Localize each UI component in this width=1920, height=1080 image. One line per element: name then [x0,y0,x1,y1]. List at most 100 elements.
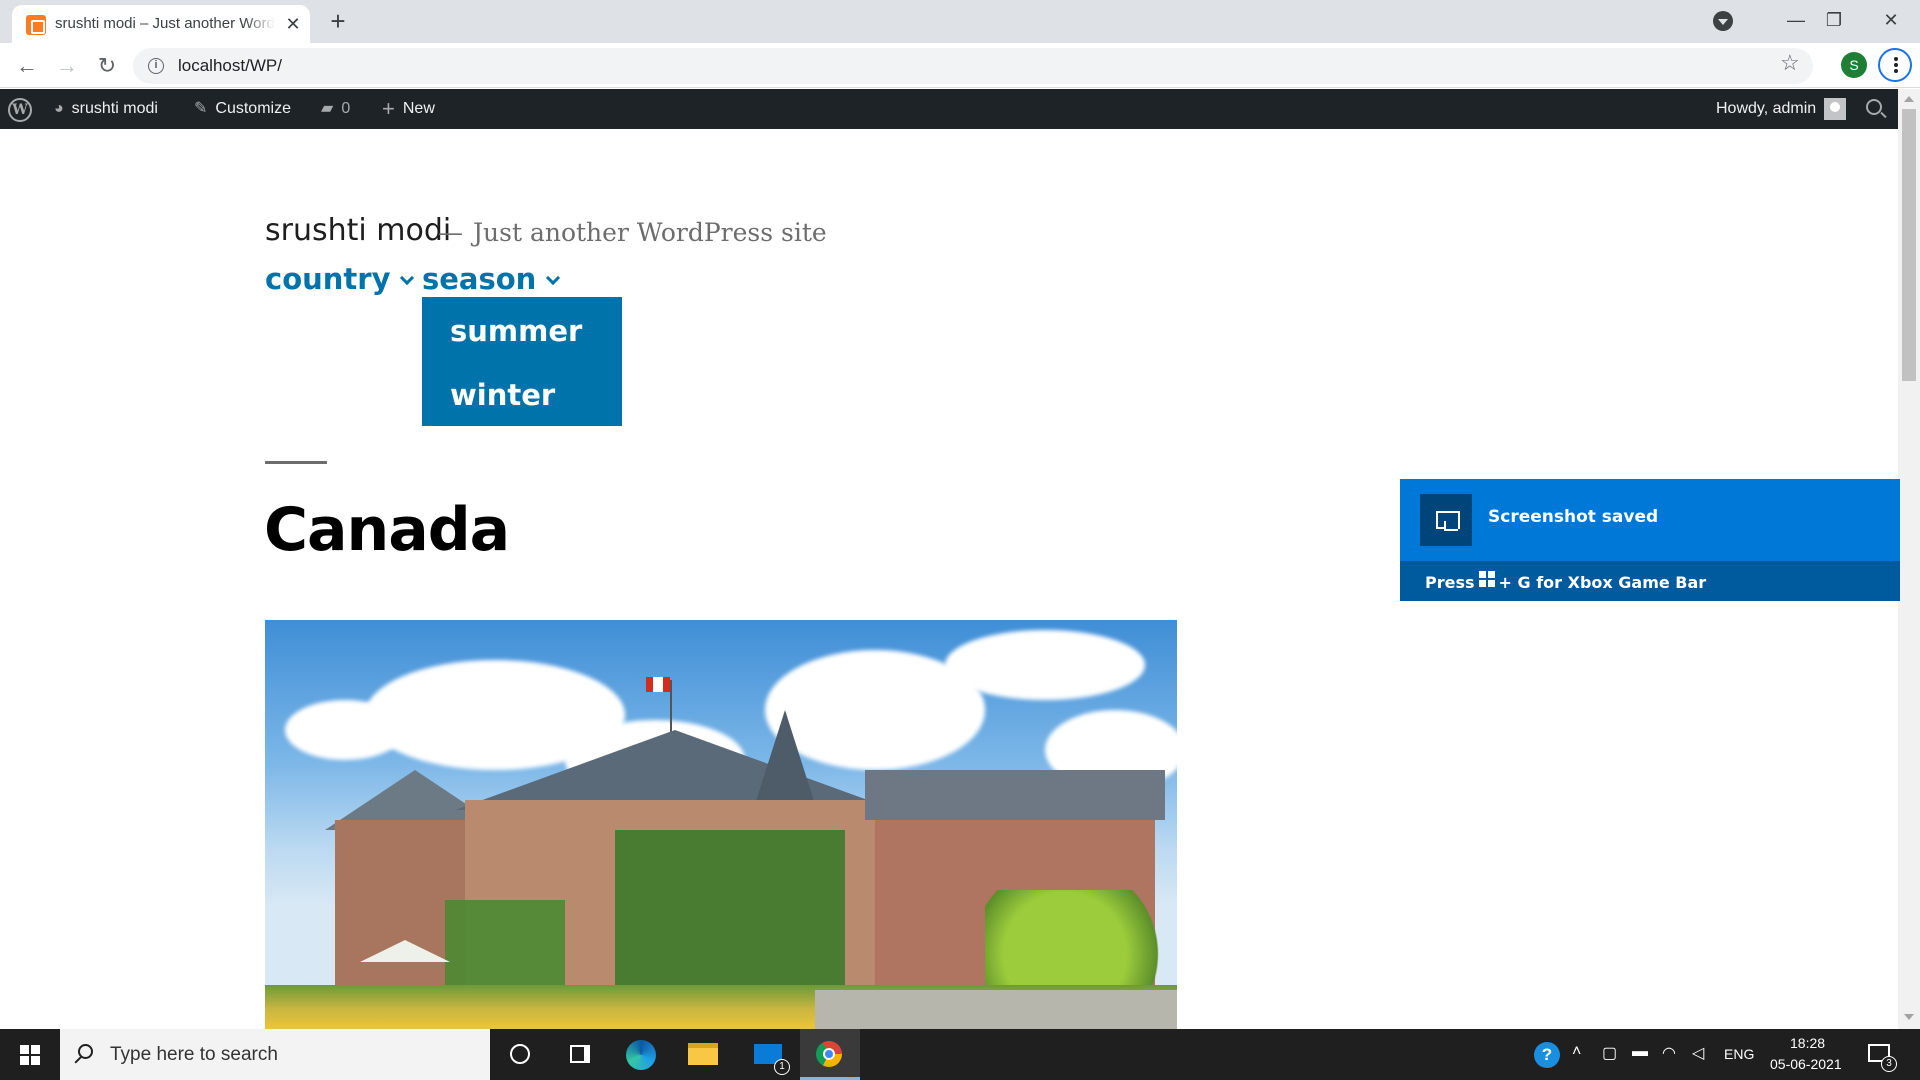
canada-flag [646,677,670,692]
menu-dot [1894,63,1898,67]
menu-item-country[interactable]: country [265,262,415,296]
clock-time[interactable]: 18:28 [1790,1035,1825,1051]
task-view-button[interactable] [550,1029,610,1080]
site-title[interactable]: srushti modi [265,213,451,248]
taskbar-edge[interactable] [612,1029,672,1080]
edge-icon [626,1040,656,1070]
browser-menu-button[interactable] [1878,48,1912,82]
my-account-link[interactable]: Howdy, admin [1716,89,1847,129]
notification-count: 3 [1881,1056,1897,1072]
wifi-icon[interactable]: ◠ [1662,1043,1676,1063]
toast-hint-prefix: Press [1425,573,1475,592]
close-window-button[interactable]: ✕ [1868,0,1914,40]
toast-hint: Press + G for Xbox Game Bar [1425,571,1706,592]
battery-icon[interactable]: ▬ [1632,1043,1648,1061]
browser-tab[interactable]: srushti modi – Just another WordPress si… [12,5,310,43]
new-label: New [402,100,435,118]
brush-icon: ✎ [194,100,208,117]
volume-icon[interactable]: ◁ [1692,1043,1704,1063]
page-scrollbar[interactable] [1898,89,1920,1029]
menu-dot [1894,57,1898,61]
scroll-thumb[interactable] [1902,109,1916,381]
site-tagline: Just another WordPress site [473,218,827,247]
windows-logo-icon [20,1045,40,1065]
taskbar-search-box[interactable]: Type here to search [60,1029,490,1080]
browser-toolbar: ← → ↻ i localhost/WP/ [0,43,1920,88]
taskbar-file-explorer[interactable] [674,1029,734,1080]
task-view-icon [570,1045,590,1063]
mail-badge: 1 [774,1059,790,1075]
tab-title: srushti modi – Just another WordPress si… [55,15,275,32]
submenu-item-winter[interactable]: winter [450,378,555,412]
scroll-down-arrow-icon[interactable] [1904,1014,1914,1020]
site-description: — Just another WordPress site [438,218,827,247]
language-indicator[interactable]: ENG [1724,1046,1754,1062]
screenshot-icon [1420,494,1472,546]
roof [865,770,1165,820]
site-info-icon[interactable]: i [148,58,164,74]
search-placeholder: Type here to search [110,1044,278,1065]
taskbar-chrome[interactable] [800,1029,860,1080]
comment-icon: ▰ [321,100,334,117]
help-icon[interactable]: ? [1534,1042,1560,1068]
menu-dot [1894,69,1898,73]
cortana-icon [510,1044,530,1064]
device-icon[interactable]: ▢ [1602,1043,1617,1063]
title-separator: — [438,218,463,247]
forward-button[interactable]: → [51,50,83,82]
back-button[interactable]: ← [11,50,43,82]
bookmark-star-icon[interactable]: ☆ [1780,50,1800,76]
new-content-link[interactable]: + New [382,89,435,129]
season-submenu: summer winter [422,297,622,426]
chrome-icon [816,1041,842,1067]
windows-logo-icon [1478,571,1495,587]
xampp-favicon-icon [26,15,46,35]
taskbar-mail[interactable]: 1 [738,1029,798,1080]
menu-label-season: season [422,262,537,296]
wordpress-logo-icon[interactable]: W [8,98,32,122]
submenu-item-summer[interactable]: summer [450,314,582,348]
customize-label: Customize [215,100,291,118]
site-name-label: srushti modi [71,100,158,118]
profile-avatar[interactable]: S [1841,52,1867,78]
plus-icon: + [382,96,395,121]
menu-item-season[interactable]: season [422,262,561,296]
tab-close-icon[interactable]: ✕ [282,13,304,35]
toast-hint-suffix: + G for Xbox Game Bar [1498,573,1707,592]
menu-label-country: country [265,262,391,296]
dashboard-icon: ◕ [54,100,64,117]
search-icon [78,1044,93,1059]
post-title[interactable]: Canada [264,495,510,565]
restore-button[interactable]: ❐ [1811,0,1857,40]
cloud [945,630,1145,700]
reload-button[interactable]: ↻ [91,50,123,82]
chevron-up-icon[interactable]: ˄ [1572,1043,1581,1061]
chevron-down-icon[interactable] [400,270,415,286]
wp-admin-bar: W ◕ srushti modi ✎ Customize ▰ 0 + New Howdy… [0,89,1898,129]
url-text[interactable]: localhost/WP/ [178,56,282,76]
tab-search-icon[interactable] [1713,11,1733,31]
howdy-label: Howdy, admin [1716,100,1817,117]
cortana-button[interactable] [490,1029,550,1080]
roof [455,730,895,810]
post-separator [265,461,327,464]
toast-footer: Press + G for Xbox Game Bar [1400,561,1900,601]
user-avatar [1824,97,1847,120]
chevron-down-icon[interactable] [546,270,561,286]
start-button[interactable] [0,1029,60,1080]
new-tab-button[interactable]: + [323,6,353,36]
garden-tent [360,940,450,962]
cloud [285,700,405,760]
comments-count: 0 [341,100,351,118]
clock-date[interactable]: 05-06-2021 [1770,1056,1842,1072]
featured-image[interactable] [265,620,1177,1029]
customize-link[interactable]: ✎ Customize [194,89,291,129]
stone-wall [815,990,1177,1029]
scroll-up-arrow-icon[interactable] [1904,96,1914,102]
address-bar[interactable]: i localhost/WP/ [133,48,1813,84]
admin-bar-site-name[interactable]: ◕ srushti modi [54,89,158,129]
windows-taskbar: Type here to search 1 ? ˄ ▢ ▬ ◠ ◁ ENG 18… [0,1029,1920,1080]
screenshot-saved-toast[interactable]: Screenshot saved Press + G for Xbox Game … [1400,479,1900,601]
comments-link[interactable]: ▰ 0 [321,89,350,129]
admin-search-icon[interactable] [1866,99,1882,115]
